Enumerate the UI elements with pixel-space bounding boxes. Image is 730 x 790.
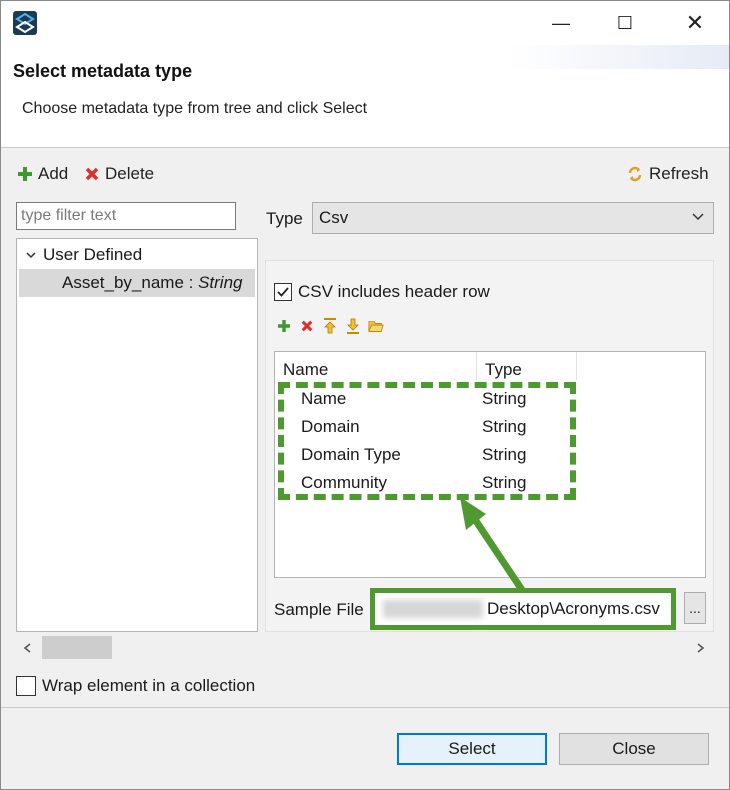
highlight-arrow <box>460 497 525 592</box>
wrap-collection-option[interactable]: Wrap element in a collection <box>16 676 255 696</box>
wrap-collection-checkbox[interactable] <box>16 676 36 696</box>
redacted-path <box>383 600 483 618</box>
close-button[interactable]: Close <box>559 733 709 765</box>
select-button[interactable]: Select <box>397 733 547 765</box>
sample-file-input[interactable]: Desktop\Acronyms.csv <box>370 588 676 630</box>
wrap-collection-label: Wrap element in a collection <box>42 676 256 695</box>
sample-file-label: Sample File <box>274 600 364 619</box>
footer-separator <box>1 707 729 708</box>
browse-button[interactable]: ... <box>684 592 706 624</box>
sample-file-path: Desktop\Acronyms.csv <box>487 599 660 618</box>
